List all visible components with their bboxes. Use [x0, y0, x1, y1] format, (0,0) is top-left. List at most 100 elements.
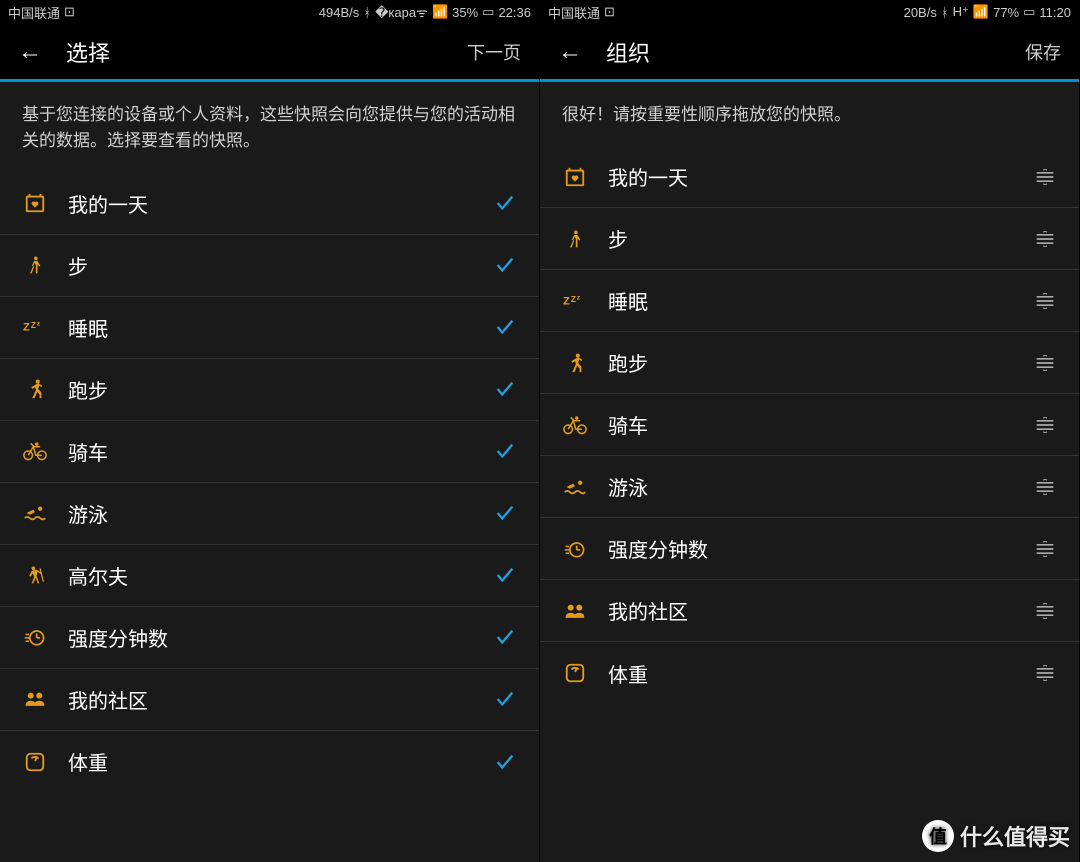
- description-text: 基于您连接的设备或个人资料，这些快照会向您提供与您的活动相关的数据。选择要查看的…: [0, 82, 539, 173]
- signal-icon: 📶: [973, 4, 989, 20]
- intensity-icon: [22, 627, 48, 647]
- checkmark-icon[interactable]: [493, 192, 517, 214]
- bluetooth-icon: ᚼ: [363, 5, 371, 20]
- next-button[interactable]: 下一页: [467, 39, 521, 65]
- item-label: 步: [68, 251, 473, 280]
- description-text: 很好！请按重要性顺序拖放您的快照。: [540, 82, 1079, 146]
- back-button[interactable]: ←: [558, 38, 582, 66]
- drag-handle-icon[interactable]: [1033, 665, 1057, 681]
- svg-text:Z: Z: [23, 322, 30, 334]
- list-item[interactable]: 我的社区: [0, 669, 539, 731]
- carrier: 中国联通: [8, 3, 60, 22]
- run-icon: [22, 378, 48, 400]
- list-item[interactable]: 体重: [0, 731, 539, 793]
- list-item[interactable]: 跑步: [540, 332, 1079, 394]
- status-bar: 中国联通 ⊡ 20B/s ᚼ H⁺ 📶 77% ▭ 11:20: [540, 0, 1079, 24]
- back-button[interactable]: ←: [18, 38, 42, 66]
- snapshot-list-organize: 我的一天步 ZZz 睡眠跑步骑车游泳强度分钟数我的社区体重: [540, 146, 1079, 862]
- checkmark-icon[interactable]: [493, 688, 517, 710]
- net-speed: 20B/s: [904, 5, 937, 20]
- drag-handle-icon[interactable]: [1033, 169, 1057, 185]
- intensity-icon: [562, 539, 588, 559]
- svg-text:z: z: [577, 294, 581, 301]
- checkmark-icon[interactable]: [493, 502, 517, 524]
- weight-icon: [22, 751, 48, 773]
- item-label: 跑步: [68, 375, 473, 404]
- drag-handle-icon[interactable]: [1033, 355, 1057, 371]
- sim-icon: ⊡: [64, 4, 75, 20]
- checkmark-icon[interactable]: [493, 254, 517, 276]
- list-item[interactable]: 骑车: [0, 421, 539, 483]
- list-item[interactable]: 游泳: [0, 483, 539, 545]
- carrier: 中国联通: [548, 3, 600, 22]
- swim-icon: [562, 478, 588, 496]
- signal-icon: 📶: [432, 4, 448, 20]
- svg-text:Z: Z: [571, 294, 576, 304]
- item-label: 骑车: [608, 410, 1013, 439]
- clock: 22:36: [498, 5, 531, 20]
- drag-handle-icon[interactable]: [1033, 293, 1057, 309]
- list-item[interactable]: 强度分钟数: [0, 607, 539, 669]
- list-item[interactable]: ZZz 睡眠: [540, 270, 1079, 332]
- net-type-icon: H⁺: [953, 4, 969, 20]
- item-label: 强度分钟数: [68, 623, 473, 652]
- watermark: 值 什么值得买: [922, 820, 1070, 852]
- list-item[interactable]: 步: [0, 235, 539, 297]
- list-item[interactable]: 骑车: [540, 394, 1079, 456]
- list-item[interactable]: ZZz睡眠: [0, 297, 539, 359]
- list-item[interactable]: 体重: [540, 642, 1079, 704]
- watermark-text: 什么值得买: [960, 820, 1070, 852]
- svg-text:Z: Z: [563, 295, 570, 307]
- battery-pct: 35%: [452, 5, 478, 20]
- list-item[interactable]: 我的一天: [540, 146, 1079, 208]
- list-item[interactable]: 我的社区: [540, 580, 1079, 642]
- drag-handle-icon[interactable]: [1033, 417, 1057, 433]
- golf-icon: [22, 563, 48, 587]
- item-label: 睡眠: [68, 313, 473, 342]
- cycle-icon: [22, 441, 48, 461]
- checkmark-icon[interactable]: [493, 626, 517, 648]
- weight-icon: [562, 662, 588, 684]
- wifi-icon: �караᯤ: [375, 3, 428, 21]
- item-label: 跑步: [608, 348, 1013, 377]
- list-item[interactable]: 跑步: [0, 359, 539, 421]
- item-label: 睡眠: [608, 286, 1013, 315]
- sleep-icon: ZZz: [562, 291, 588, 311]
- list-item[interactable]: 高尔夫: [0, 545, 539, 607]
- drag-handle-icon[interactable]: [1033, 231, 1057, 247]
- drag-handle-icon[interactable]: [1033, 603, 1057, 619]
- watermark-badge-icon: 值: [922, 820, 954, 852]
- drag-handle-icon[interactable]: [1033, 541, 1057, 557]
- item-label: 高尔夫: [68, 561, 473, 590]
- checkmark-icon[interactable]: [493, 751, 517, 773]
- item-label: 我的社区: [608, 596, 1013, 625]
- battery-pct: 77%: [993, 5, 1019, 20]
- svg-text:Z: Z: [31, 320, 36, 330]
- walk-icon: [562, 227, 588, 251]
- calendar-heart-icon: [562, 166, 588, 188]
- item-label: 我的一天: [68, 189, 473, 218]
- list-item[interactable]: 步: [540, 208, 1079, 270]
- screen-organize: 中国联通 ⊡ 20B/s ᚼ H⁺ 📶 77% ▭ 11:20 ← 组织 保存 …: [540, 0, 1080, 862]
- list-item[interactable]: 游泳: [540, 456, 1079, 518]
- item-label: 强度分钟数: [608, 534, 1013, 563]
- checkmark-icon[interactable]: [493, 564, 517, 586]
- community-icon: [22, 690, 48, 708]
- item-label: 我的一天: [608, 162, 1013, 191]
- list-item[interactable]: 我的一天: [0, 173, 539, 235]
- bluetooth-icon: ᚼ: [941, 5, 949, 20]
- checkmark-icon[interactable]: [493, 316, 517, 338]
- save-button[interactable]: 保存: [1025, 39, 1061, 65]
- checkmark-icon[interactable]: [493, 378, 517, 400]
- item-label: 游泳: [68, 499, 473, 528]
- drag-handle-icon[interactable]: [1033, 479, 1057, 495]
- screen-select: 中国联通 ⊡ 494B/s ᚼ �караᯤ 📶 35% ▭ 22:36 ← 选…: [0, 0, 540, 862]
- checkmark-icon[interactable]: [493, 440, 517, 462]
- clock: 11:20: [1039, 5, 1071, 20]
- swim-icon: [22, 504, 48, 522]
- community-icon: [562, 602, 588, 620]
- page-title: 选择: [66, 36, 110, 68]
- sim-icon: ⊡: [604, 4, 615, 20]
- item-label: 体重: [68, 747, 473, 776]
- list-item[interactable]: 强度分钟数: [540, 518, 1079, 580]
